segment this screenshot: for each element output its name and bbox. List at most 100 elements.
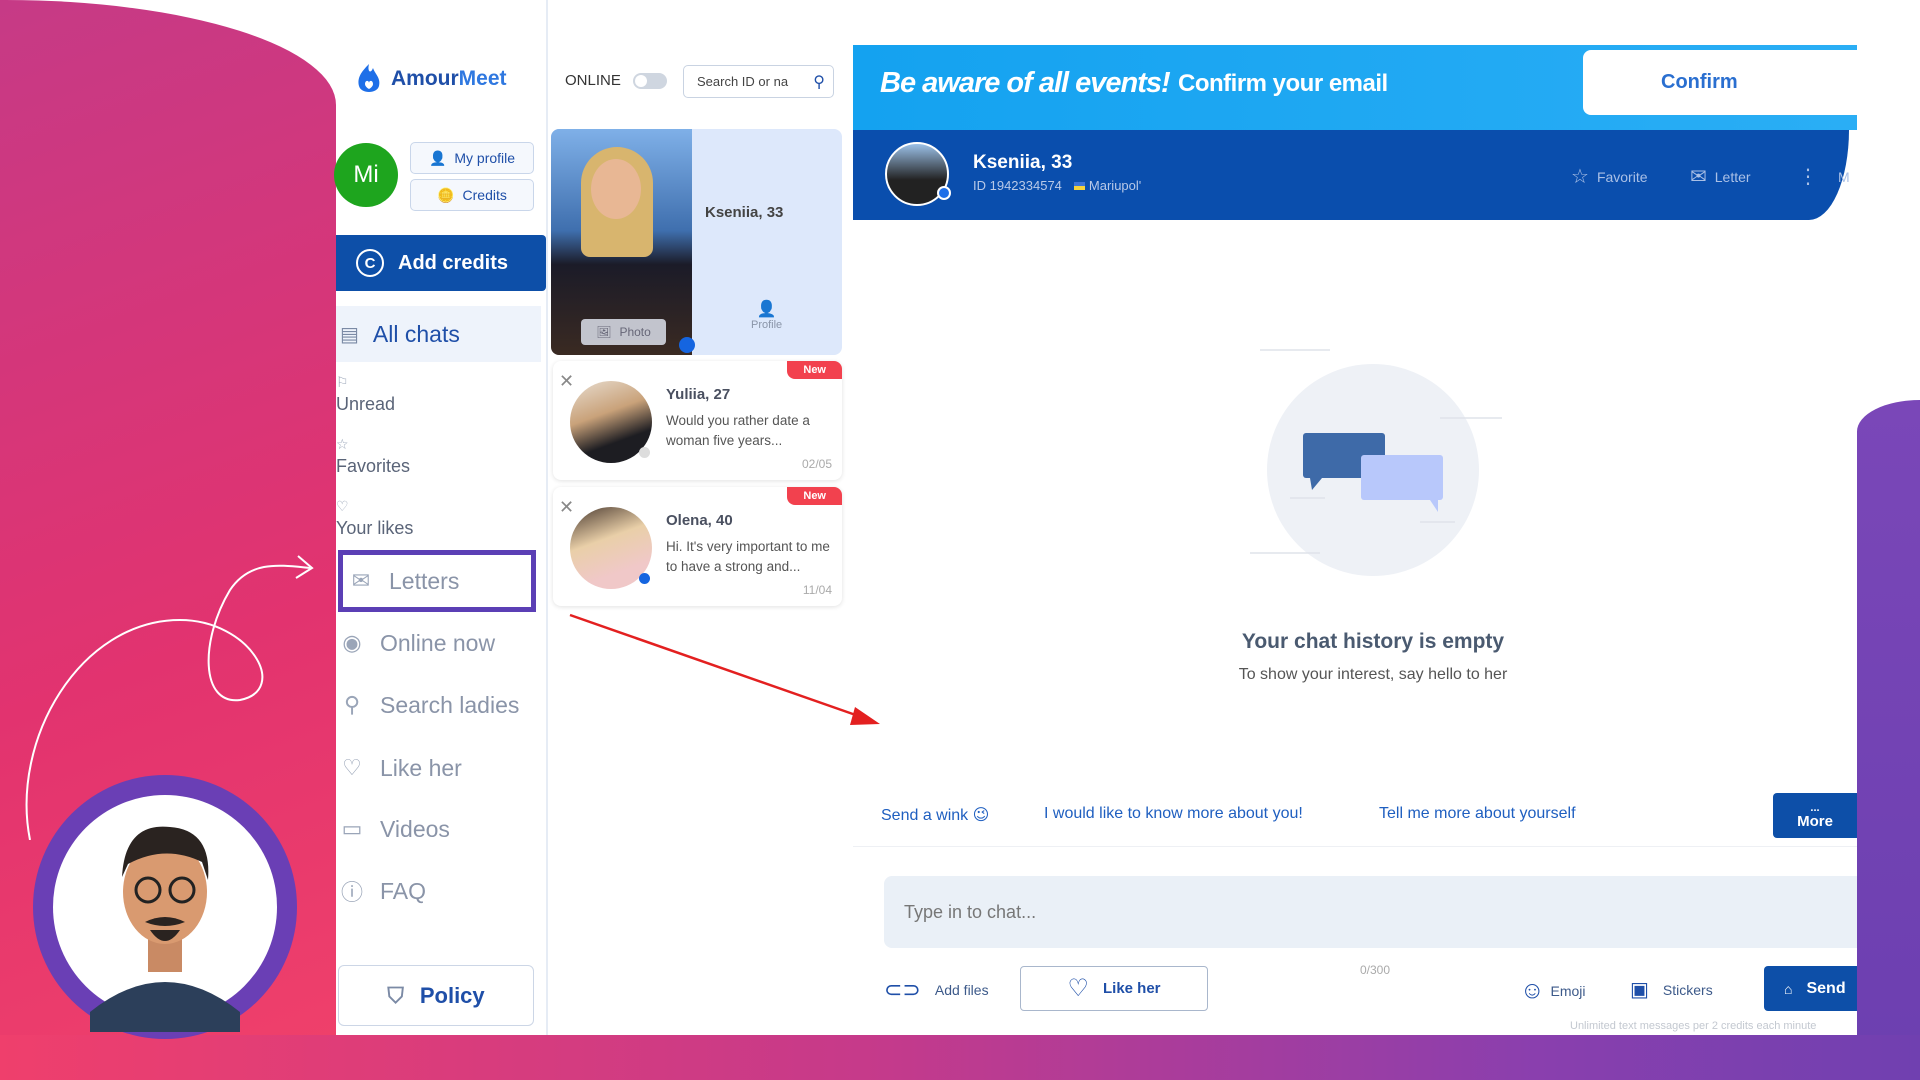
- envelope-icon: ✉: [351, 568, 371, 593]
- profile-city: Mariupol': [1088, 178, 1142, 193]
- chat-input[interactable]: [884, 876, 1857, 948]
- emoji-button[interactable]: ☺ Emoji: [1520, 977, 1586, 1005]
- credits-button[interactable]: 🪙 Credits: [410, 179, 534, 211]
- chat-list-item[interactable]: New ✕ Yuliia, 27 Would you rather date a…: [553, 361, 842, 480]
- flag-icon: ⚐: [336, 374, 349, 390]
- sidebar-item-search-ladies[interactable]: ⚲ Search ladies: [338, 685, 519, 725]
- online-toggle[interactable]: [632, 72, 667, 89]
- more-replies-button[interactable]: ... More: [1773, 793, 1857, 838]
- chat-date: 02/05: [801, 457, 832, 471]
- logo[interactable]: AmourMeet: [355, 62, 507, 96]
- background-right-shape: [1857, 400, 1920, 1080]
- chat-preview: Would you rather date a woman five years…: [666, 413, 810, 448]
- quick-reply-wink[interactable]: Send a wink 😉: [881, 805, 989, 825]
- chat-preview: Hi. It's very important to me to have a …: [666, 539, 830, 574]
- online-filter: ONLINE: [565, 72, 667, 89]
- new-badge: New: [787, 487, 842, 505]
- photo-button[interactable]: 🖼 Photo: [581, 319, 666, 345]
- chat-bubbles-icon: [1250, 349, 1502, 554]
- flame-heart-icon: [358, 64, 380, 92]
- photo-label: Photo: [619, 325, 651, 339]
- user-avatar[interactable]: Mi: [334, 143, 398, 207]
- chat-header: Kseniia, 33 ID 1942334574 Mariupol' ☆ Favo…: [853, 130, 1850, 220]
- presenter-avatar: [33, 775, 297, 1039]
- search-ladies-label: Search ladies: [380, 691, 520, 718]
- chat-name: Yuliia, 27: [666, 386, 731, 403]
- chat-name: Olena, 40: [666, 512, 733, 529]
- featured-name: Kseniia, 33: [705, 204, 784, 221]
- smiley-icon: ☺: [1520, 977, 1545, 1004]
- close-icon[interactable]: ✕: [559, 371, 574, 392]
- like-her-label: Like her: [380, 754, 462, 781]
- sidebar-item-your-likes[interactable]: ♡ Your likes: [336, 498, 413, 539]
- heart-icon: ♡: [336, 498, 349, 514]
- profile-photo[interactable]: 🖼 Photo: [551, 129, 692, 355]
- sidebar-item-faq[interactable]: ⓘ FAQ: [338, 871, 426, 911]
- policy-label: Policy: [419, 982, 485, 1008]
- empty-state-title: Your chat history is empty: [1241, 630, 1505, 653]
- my-profile-label: My profile: [454, 150, 516, 166]
- shield-icon: ⛉: [387, 982, 404, 1008]
- vertical-dots-icon: ⋮: [1798, 166, 1818, 188]
- add-files-button[interactable]: ⊂⊃ Add files: [884, 977, 989, 1003]
- letter-button[interactable]: ✉ Letter: [1690, 164, 1751, 189]
- policy-button[interactable]: ⛉ Policy: [338, 965, 534, 1026]
- online-now-label: Online now: [380, 629, 496, 656]
- star-icon: ☆: [336, 436, 349, 452]
- more-menu-button[interactable]: ⋮ M: [1798, 164, 1850, 189]
- online-indicator: [639, 573, 650, 584]
- offline-indicator: [639, 447, 650, 458]
- letter-label: Letter: [1714, 168, 1751, 185]
- more-label: M: [1838, 168, 1850, 185]
- video-icon: ▭: [341, 816, 363, 841]
- profile-label: Profile: [751, 319, 783, 331]
- image-icon: 🖼: [596, 325, 612, 339]
- close-icon[interactable]: ✕: [559, 497, 574, 518]
- like-her-button[interactable]: ♡ Like her: [1020, 966, 1208, 1011]
- like-her-label: Like her: [1102, 980, 1161, 997]
- letters-label: Letters: [389, 567, 460, 594]
- sidebar-item-favorites[interactable]: ☆ Favorites: [336, 436, 410, 477]
- online-indicator: [937, 186, 951, 200]
- chat-list-item[interactable]: New ✕ Olena, 40 Hi. It's very important …: [553, 487, 842, 606]
- profile-button[interactable]: 👤 Profile: [751, 299, 782, 331]
- favorite-button[interactable]: ☆ Favorite: [1571, 164, 1648, 189]
- sidebar-item-letters[interactable]: ✉ Letters: [338, 550, 536, 612]
- sidebar-item-online-now[interactable]: ◉ Online now: [338, 623, 495, 663]
- sidebar-item-videos[interactable]: ▭ Videos: [338, 809, 450, 849]
- add-credits-label: Add credits: [398, 251, 509, 274]
- quick-reply-tell-more[interactable]: Tell me more about yourself: [1379, 805, 1576, 823]
- profile-id: ID 1942334574: [973, 178, 1062, 193]
- pricing-footnote: Unlimited text messages per 2 credits ea…: [1570, 1020, 1817, 1032]
- my-profile-button[interactable]: 👤 My profile: [410, 142, 534, 174]
- ukraine-flag-icon: [1073, 182, 1085, 190]
- sidebar-item-all-chats[interactable]: ▤ All chats: [336, 306, 541, 362]
- videos-label: Videos: [380, 815, 450, 842]
- send-button[interactable]: ⌂ Send: [1764, 966, 1857, 1011]
- new-badge: New: [787, 361, 842, 379]
- question-icon: ⓘ: [340, 880, 363, 905]
- send-icon: ⌂: [1784, 980, 1793, 997]
- faq-label: FAQ: [380, 877, 427, 904]
- heart-icon: ♡: [1067, 975, 1089, 1002]
- online-label: ONLINE: [565, 72, 621, 89]
- search-icon: ⚲: [343, 692, 361, 717]
- confirm-button[interactable]: Confirm: [1583, 50, 1857, 115]
- all-chats-label: All chats: [372, 320, 460, 347]
- stickers-label: Stickers: [1662, 981, 1713, 998]
- your-likes-label: Your likes: [336, 518, 414, 538]
- search-input[interactable]: Search ID or na: [697, 74, 788, 89]
- chat-date: 11/04: [802, 583, 832, 597]
- sidebar-item-unread[interactable]: ⚐ Unread: [336, 374, 395, 415]
- add-credits-button[interactable]: C Add credits: [336, 235, 546, 291]
- header-name[interactable]: Kseniia, 33: [973, 152, 1072, 174]
- search-box[interactable]: Search ID or na ⚲: [683, 65, 834, 98]
- user-icon: 👤: [756, 301, 777, 318]
- sidebar-item-like-her[interactable]: ♡ Like her: [338, 748, 462, 788]
- quick-reply-know-more[interactable]: I would like to know more about you!: [1044, 805, 1303, 823]
- search-icon[interactable]: ⚲: [813, 72, 825, 92]
- stickers-button[interactable]: ▣ Stickers: [1630, 977, 1713, 1002]
- user-icon: 👤: [428, 149, 447, 166]
- add-files-label: Add files: [934, 982, 989, 998]
- featured-profile-card[interactable]: 🖼 Photo Kseniia, 33 👤 Profile: [551, 129, 842, 355]
